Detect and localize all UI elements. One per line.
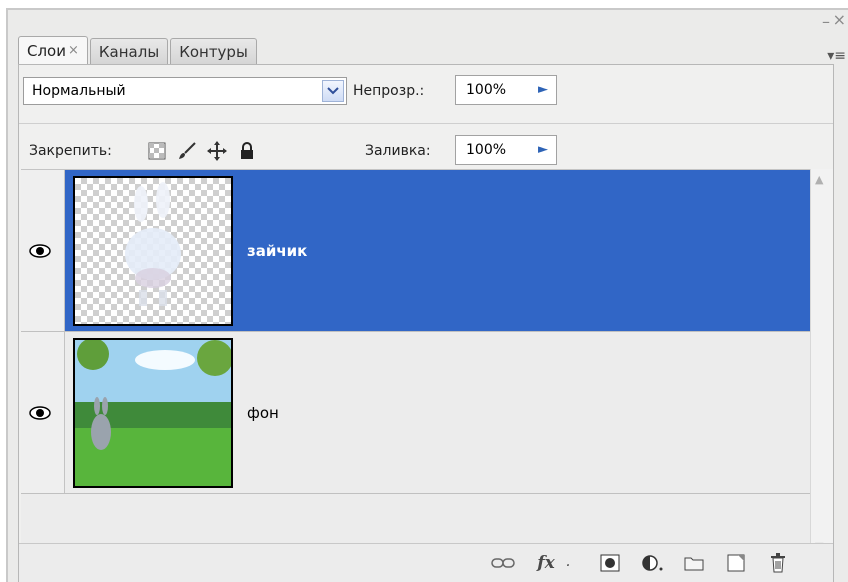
layer-thumbnail [73,176,233,326]
scroll-up-icon[interactable]: ▲ [815,173,823,186]
bottom-icons: fx. [491,552,789,574]
tab-label: Слои [27,41,66,60]
fx-icon[interactable]: fx. [535,552,579,574]
fx-label: fx [537,553,555,573]
layer-row[interactable]: зайчик [21,170,819,332]
opacity-field[interactable]: 100% ► [455,75,557,105]
lock-pixels-brush-icon[interactable] [177,141,197,161]
visibility-column [21,170,65,331]
layers-list: зайчик фон [21,169,819,559]
bunny-thumbnail-image [125,182,181,306]
lock-all-padlock-icon[interactable] [237,141,257,161]
blend-mode-select[interactable]: Нормальный [23,77,347,105]
layer-name[interactable]: фон [247,404,279,422]
fill-slider-arrow-icon[interactable]: ► [538,142,548,157]
close-icon[interactable]: × [833,10,846,29]
mask-icon[interactable] [599,552,621,574]
panel-content: Нормальный Непрозр.: 100% ► Закрепить: З… [18,64,834,582]
opacity-label: Непрозр.: [353,83,425,99]
new-layer-icon[interactable] [725,552,747,574]
fill-label: Заливка: [365,143,431,159]
layers-scrollbar[interactable]: ▲ ▼ [810,169,833,557]
lock-icons [147,141,257,161]
trash-icon[interactable] [767,552,789,574]
eye-icon[interactable] [29,244,51,258]
tab-label: Контуры [179,42,248,61]
layers-panel: – × ▾≡ Слои × Каналы Контуры Нормальный … [6,8,848,582]
tab-label: Каналы [98,42,160,61]
tab-close-icon[interactable]: × [68,43,79,58]
meadow-thumbnail-image [75,338,233,486]
minimize-icon[interactable]: – [822,12,830,31]
adjustment-icon[interactable] [641,552,663,574]
link-icon[interactable] [491,552,515,574]
layer-row[interactable]: фон [21,332,819,494]
divider [19,123,833,124]
opacity-slider-arrow-icon[interactable]: ► [538,82,548,97]
layer-thumbnail [73,338,233,488]
lock-label: Закрепить: [29,143,112,159]
fill-value: 100% [466,142,507,158]
lock-position-move-icon[interactable] [207,141,227,161]
visibility-column [21,332,65,493]
panel-tabs: Слои × Каналы Контуры [18,36,259,64]
folder-icon[interactable] [683,552,705,574]
tab-channels[interactable]: Каналы [89,38,169,64]
layer-name[interactable]: зайчик [247,242,307,260]
tab-paths[interactable]: Контуры [170,38,257,64]
fill-field[interactable]: 100% ► [455,135,557,165]
eye-icon[interactable] [29,406,51,420]
lock-transparency-icon[interactable] [147,141,167,161]
opacity-value: 100% [466,82,507,98]
panel-menu-icon[interactable]: ▾≡ [827,48,846,64]
blend-mode-value: Нормальный [32,83,126,99]
chevron-down-icon[interactable] [322,80,344,102]
tab-layers[interactable]: Слои × [18,36,88,64]
layers-bottom-toolbar: fx. [19,543,833,582]
